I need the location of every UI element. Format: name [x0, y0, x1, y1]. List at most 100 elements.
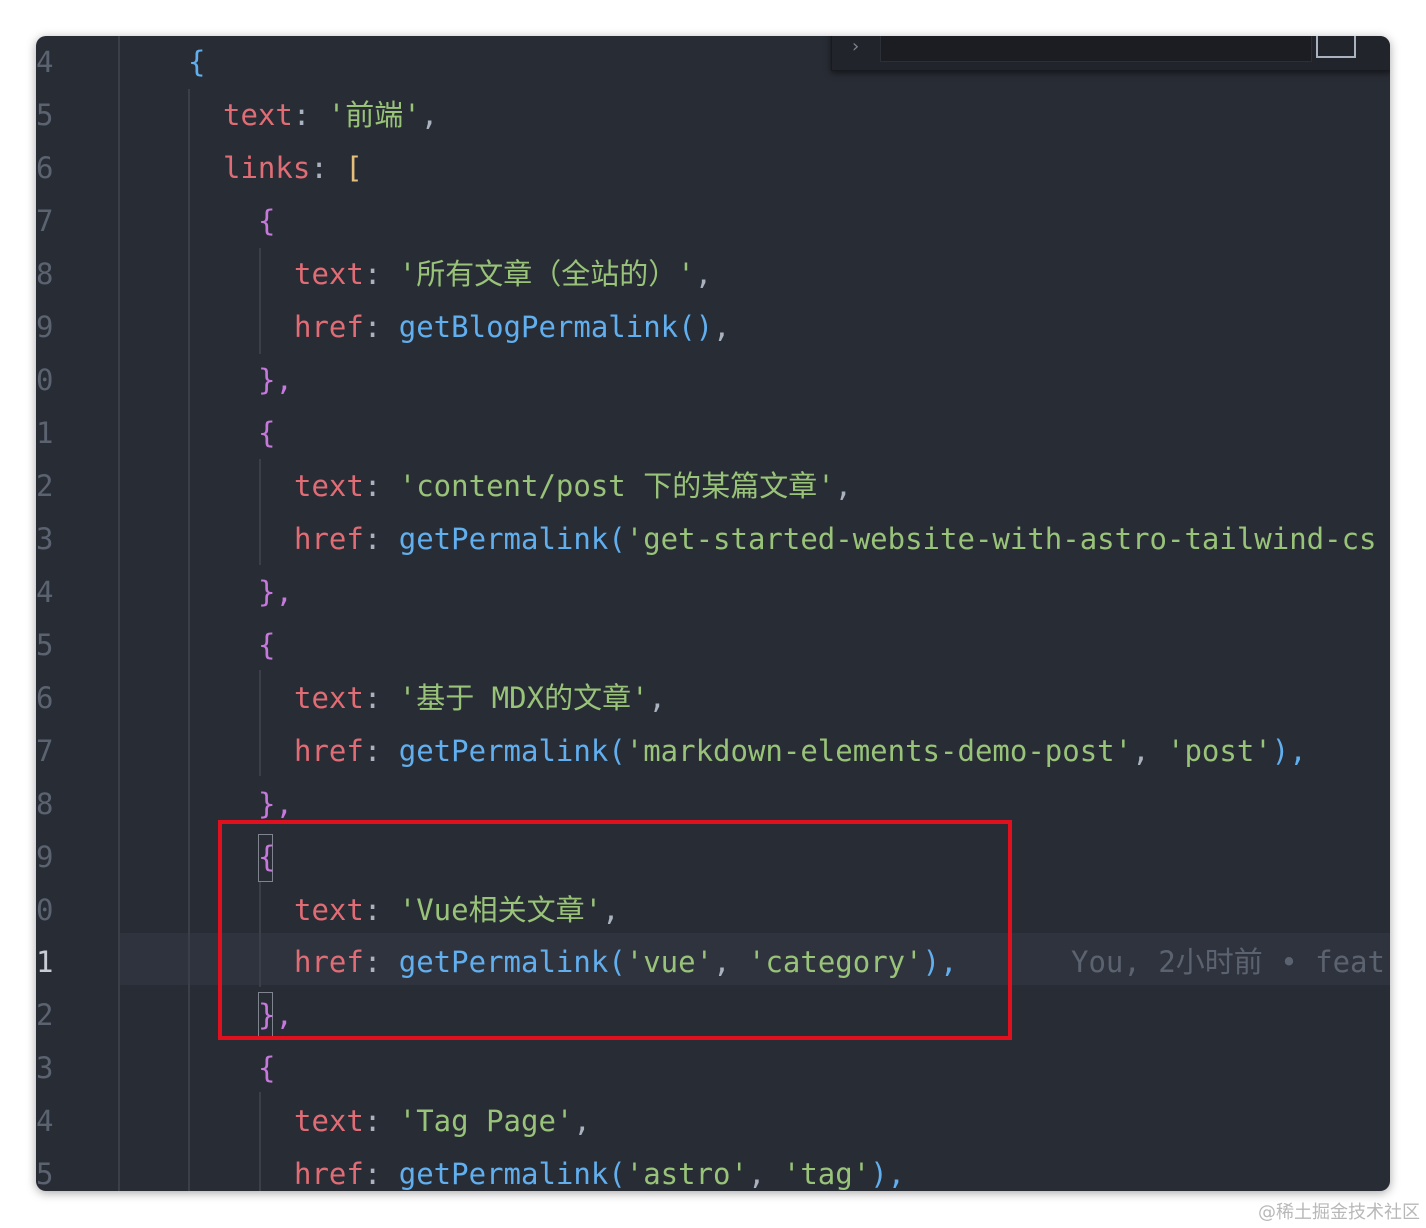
- token-brace: {: [258, 416, 276, 450]
- code-text: href: getPermalink('astro', 'tag'),: [294, 1148, 905, 1191]
- line-number: 4: [36, 45, 54, 79]
- line-number: 4: [36, 575, 54, 609]
- git-blame-annotation[interactable]: You, 2小时前 • feat: [1071, 936, 1385, 988]
- line-number: 8: [36, 787, 54, 821]
- code-line: 7 {: [36, 195, 1390, 247]
- line-number-active: 1: [36, 945, 54, 979]
- chevron-right-icon[interactable]: ›: [850, 36, 861, 57]
- token-string: 'content/post 下的某篇文章': [398, 469, 835, 503]
- code-line: 6 links: [: [36, 142, 1390, 194]
- token-comma: ,: [420, 98, 439, 132]
- token-string: '基于 MDX的文章': [398, 681, 649, 715]
- token-brace: {: [258, 204, 276, 238]
- watermark: @稀土掘金技术社区: [1258, 1202, 1420, 1223]
- code-line: 0 },: [36, 354, 1390, 406]
- token-close-brace: },: [258, 363, 293, 397]
- token-paren: (: [608, 522, 626, 556]
- token-colon: :: [363, 734, 399, 768]
- token-string: '前端': [327, 98, 421, 132]
- code-line: 6 text: '基于 MDX的文章',: [36, 672, 1390, 724]
- code-line: 9 href: getBlogPermalink(),: [36, 301, 1390, 353]
- code-text: href: getBlogPermalink(),: [294, 301, 731, 353]
- token-key: links: [223, 151, 311, 185]
- code-line: 5 href: getPermalink('astro', 'tag'),: [36, 1148, 1390, 1191]
- code-line: 4 text: 'Tag Page',: [36, 1095, 1390, 1147]
- token-brace: {: [258, 628, 276, 662]
- line-number: 5: [36, 98, 54, 132]
- token-comma: ,: [573, 1104, 591, 1138]
- line-number: 9: [36, 840, 54, 874]
- line-number: 5: [36, 628, 54, 662]
- token-key: text: [294, 1104, 364, 1138]
- code-area[interactable]: 4 { 5 text: '前端', 6 links: [ 7 { 8 text:…: [36, 36, 1390, 1191]
- find-widget[interactable]: ›: [831, 36, 1390, 71]
- token-key: text: [294, 681, 364, 715]
- token-string: 'markdown-elements-demo-post': [625, 734, 1133, 768]
- code-text: text: '基于 MDX的文章',: [294, 672, 666, 724]
- line-number: 4: [36, 1104, 54, 1138]
- code-line: 5 {: [36, 619, 1390, 671]
- token-function: getPermalink: [398, 522, 609, 556]
- token-function: getPermalink: [398, 734, 609, 768]
- token-key: text: [223, 98, 293, 132]
- editor-window: 4 { 5 text: '前端', 6 links: [ 7 { 8 text:…: [36, 36, 1390, 1191]
- line-number: 6: [36, 151, 54, 185]
- token-comma: ,: [694, 257, 713, 291]
- line-number: 2: [36, 469, 54, 503]
- code-text: text: 'Tag Page',: [294, 1095, 591, 1147]
- token-string: 'Tag Page': [398, 1104, 574, 1138]
- token-brace: {: [188, 45, 206, 79]
- token-parens: (): [678, 310, 714, 344]
- token-string: 'post': [1167, 734, 1272, 768]
- line-number: 9: [36, 310, 54, 344]
- token-key: href: [294, 310, 364, 344]
- line-number: 5: [36, 1157, 54, 1191]
- token-colon: :: [363, 257, 399, 291]
- code-line: 5 text: '前端',: [36, 89, 1390, 141]
- line-number: 0: [36, 363, 54, 397]
- find-input[interactable]: [880, 36, 1312, 62]
- find-option-button[interactable]: [1316, 36, 1356, 58]
- token-string: 'tag': [782, 1157, 871, 1191]
- code-line: 8 text: '所有文章（全站的）',: [36, 248, 1390, 300]
- token-brace: {: [258, 1051, 276, 1085]
- code-line: 4 },: [36, 566, 1390, 618]
- code-line: 2 text: 'content/post 下的某篇文章',: [36, 460, 1390, 512]
- token-function: getPermalink: [398, 1157, 609, 1191]
- token-comma: ,: [713, 310, 731, 344]
- token-colon: :: [292, 98, 328, 132]
- token-separator: ,: [747, 1157, 783, 1191]
- token-bracket: [: [345, 151, 363, 185]
- code-text: text: '前端',: [223, 89, 438, 141]
- code-text: href: getPermalink('get-started-website-…: [294, 513, 1377, 565]
- code-line: 3 href: getPermalink('get-started-websit…: [36, 513, 1390, 565]
- line-number: 0: [36, 893, 54, 927]
- token-key: text: [294, 257, 364, 291]
- line-number: 3: [36, 522, 54, 556]
- annotation-highlight-box: [218, 820, 1012, 1040]
- token-colon: :: [363, 1104, 399, 1138]
- token-key: href: [294, 522, 364, 556]
- token-comma: ,: [834, 469, 853, 503]
- line-number: 2: [36, 998, 54, 1032]
- line-number: 7: [36, 734, 54, 768]
- token-colon: :: [363, 1157, 399, 1191]
- token-colon: :: [363, 681, 399, 715]
- code-line: 7 href: getPermalink('markdown-elements-…: [36, 725, 1390, 777]
- token-separator: ,: [1132, 734, 1167, 768]
- token-close-brace: },: [258, 575, 293, 609]
- token-colon: :: [363, 469, 399, 503]
- line-number: 1: [36, 416, 54, 450]
- token-paren: (: [608, 734, 626, 768]
- code-line: 1 {: [36, 407, 1390, 459]
- code-text: href: getPermalink('markdown-elements-de…: [294, 725, 1307, 777]
- token-function: getBlogPermalink: [398, 310, 679, 344]
- token-string: '所有文章（全站的）': [398, 257, 695, 291]
- token-paren-close: ),: [1271, 734, 1307, 768]
- token-key: text: [294, 469, 364, 503]
- line-number: 8: [36, 257, 54, 291]
- token-paren: (: [608, 1157, 626, 1191]
- token-colon: :: [363, 522, 399, 556]
- token-string: 'get-started-website-with-astro-tailwind…: [625, 522, 1377, 556]
- token-key: href: [294, 734, 364, 768]
